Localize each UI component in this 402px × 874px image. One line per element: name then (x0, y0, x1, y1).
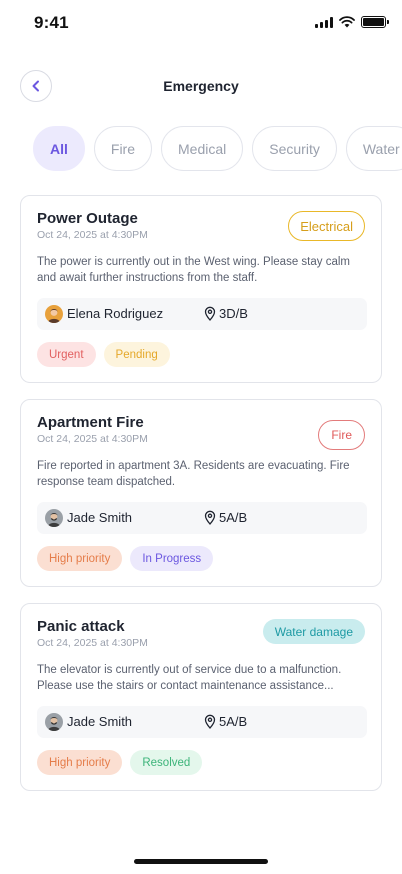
card-description: Fire reported in apartment 3A. Residents… (37, 460, 350, 488)
status-time: 9:41 (34, 13, 69, 32)
reporter-name: Jade Smith (67, 510, 133, 525)
room-number: 5A/B (219, 510, 248, 525)
tab-all[interactable]: All (33, 126, 85, 171)
battery-icon (361, 16, 389, 28)
location-pin-icon (204, 306, 216, 321)
category-tag: Water damage (262, 619, 365, 644)
avatar (45, 713, 63, 731)
card-title: Power Outage (37, 210, 138, 227)
card-date: Oct 24, 2025 at 4:30PM (37, 229, 148, 241)
status-badges: High priority Resolved (37, 750, 203, 775)
signal-icon (315, 16, 333, 28)
status-badge: Pending (103, 342, 170, 367)
card-title: Panic attack (37, 618, 125, 635)
status-badge: Resolved (130, 750, 203, 775)
card-description: The elevator is currently out of service… (37, 664, 342, 692)
home-indicator[interactable] (134, 859, 268, 864)
priority-badge: High priority (37, 546, 123, 571)
card-date: Oct 24, 2025 at 4:30PM (37, 433, 148, 445)
tab-security[interactable]: Security (252, 126, 337, 171)
reporter-name: Elena Rodriguez (67, 306, 164, 321)
priority-badge: High priority (37, 750, 123, 775)
emergency-card[interactable]: Panic attack Oct 24, 2025 at 4:30PM Wate… (20, 603, 382, 791)
status-badges: High priority In Progress (37, 546, 214, 571)
status-bar: 9:41 (0, 0, 402, 48)
card-title: Apartment Fire (37, 414, 144, 431)
status-icons (315, 16, 389, 28)
emergency-card[interactable]: Power Outage Oct 24, 2025 at 4:30PM Elec… (20, 195, 382, 383)
status-badges: Urgent Pending (37, 342, 170, 367)
tab-medical[interactable]: Medical (161, 126, 244, 171)
room-number: 3D/B (219, 306, 248, 321)
tab-water[interactable]: Water (345, 126, 402, 171)
wifi-icon (339, 16, 355, 28)
avatar (45, 509, 63, 527)
header: Emergency (0, 66, 402, 106)
room-number: 5A/B (219, 714, 248, 729)
card-description: The power is currently out in the West w… (37, 256, 350, 284)
card-meta: Jade Smith 5A/B (37, 502, 367, 534)
tab-fire[interactable]: Fire (93, 126, 153, 171)
category-tag: Fire (318, 420, 365, 450)
location-pin-icon (204, 510, 216, 525)
filter-tabs: All Fire Medical Security Water (33, 126, 402, 171)
card-meta: Jade Smith 5A/B (37, 706, 367, 738)
location-pin-icon (204, 714, 216, 729)
card-date: Oct 24, 2025 at 4:30PM (37, 637, 148, 649)
priority-badge: Urgent (37, 342, 96, 367)
category-tag: Electrical (288, 211, 365, 241)
emergency-card[interactable]: Apartment Fire Oct 24, 2025 at 4:30PM Fi… (20, 399, 382, 587)
avatar (45, 305, 63, 323)
card-meta: Elena Rodriguez 3D/B (37, 298, 367, 330)
page-title: Emergency (163, 78, 239, 94)
status-badge: In Progress (130, 546, 214, 571)
reporter-name: Jade Smith (67, 714, 133, 729)
